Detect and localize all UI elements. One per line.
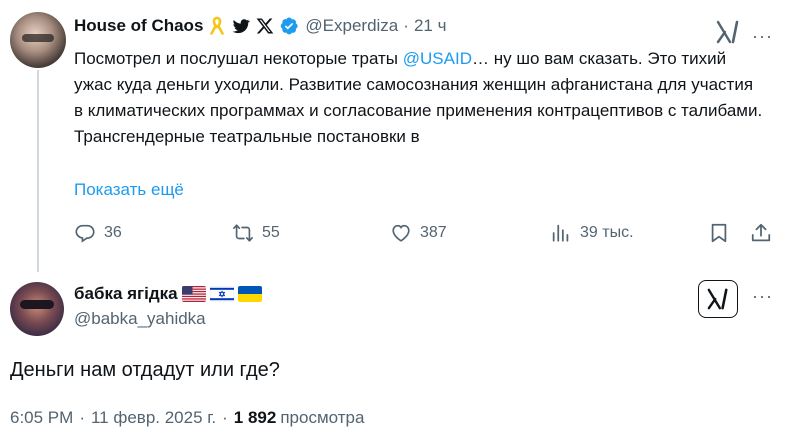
verified-icon <box>281 17 298 35</box>
tweet-actions: 36 55 387 39 тыс. <box>74 222 774 250</box>
repost-button[interactable]: 55 <box>232 222 280 244</box>
reply-meta: 6:05 PM · 11 февр. 2025 г. · 1 892 просм… <box>10 408 364 428</box>
bookmark-button[interactable] <box>708 222 738 244</box>
reply-author-name[interactable]: бабка ягідка <box>74 284 178 304</box>
mention-link[interactable]: @USAID <box>403 49 472 68</box>
views-count: 39 тыс. <box>580 224 634 241</box>
twitter-bird-icon <box>233 19 251 34</box>
show-more-link[interactable]: Показать ещё <box>74 180 184 200</box>
grok-icon <box>707 288 728 310</box>
author-handle[interactable]: @Experdiza <box>305 16 398 36</box>
tweet-time[interactable]: 21 ч <box>414 16 447 36</box>
israel-flag-icon <box>209 286 234 302</box>
avatar[interactable] <box>10 12 66 68</box>
reply-icon <box>75 224 95 243</box>
reply-author-handle[interactable]: @babka_yahidka <box>74 309 206 329</box>
tweet-text: Посмотрел и послушал некоторые траты @US… <box>74 46 764 150</box>
separator-dot: · <box>79 408 85 427</box>
tweet-header: House of Chaos @Experdiza · 21 ч <box>74 14 446 38</box>
like-count: 387 <box>420 224 447 241</box>
heart-icon <box>392 224 410 242</box>
like-button[interactable]: 387 <box>390 222 447 244</box>
grok-button[interactable] <box>698 280 738 318</box>
tweet-text-part: Посмотрел и послушал некоторые траты <box>74 49 403 68</box>
share-icon <box>751 223 771 242</box>
views-chart-icon <box>552 224 569 242</box>
author-name[interactable]: House of Chaos <box>74 16 203 36</box>
reply-count: 36 <box>104 224 122 241</box>
views-button[interactable]: 39 тыс. <box>550 222 634 244</box>
more-options-icon[interactable]: ··· <box>752 286 773 307</box>
reply-author: бабка ягідка <box>74 284 262 304</box>
more-options-icon[interactable]: ··· <box>752 26 773 47</box>
reply-views-count: 1 892 <box>233 408 277 427</box>
yellow-ribbon-icon <box>210 16 225 35</box>
reply-views-label: просмотра <box>280 408 365 427</box>
ukraine-flag-icon <box>237 286 262 302</box>
bookmark-icon <box>711 223 727 243</box>
us-flag-icon <box>181 286 206 302</box>
repost-icon <box>233 224 253 242</box>
grok-icon[interactable] <box>715 20 741 44</box>
thread-connector-line <box>37 70 39 272</box>
separator-dot: · <box>222 408 228 427</box>
separator-dot: · <box>403 16 409 35</box>
x-logo-icon <box>256 18 274 34</box>
reply-button[interactable]: 36 <box>74 222 122 244</box>
repost-count: 55 <box>262 224 280 241</box>
share-button[interactable] <box>750 222 780 244</box>
reply-avatar[interactable] <box>10 282 64 336</box>
reply-date[interactable]: 11 февр. 2025 г. <box>91 408 216 428</box>
reply-time[interactable]: 6:05 PM <box>10 408 73 428</box>
reply-text: Деньги нам отдадут или где? <box>10 359 280 381</box>
